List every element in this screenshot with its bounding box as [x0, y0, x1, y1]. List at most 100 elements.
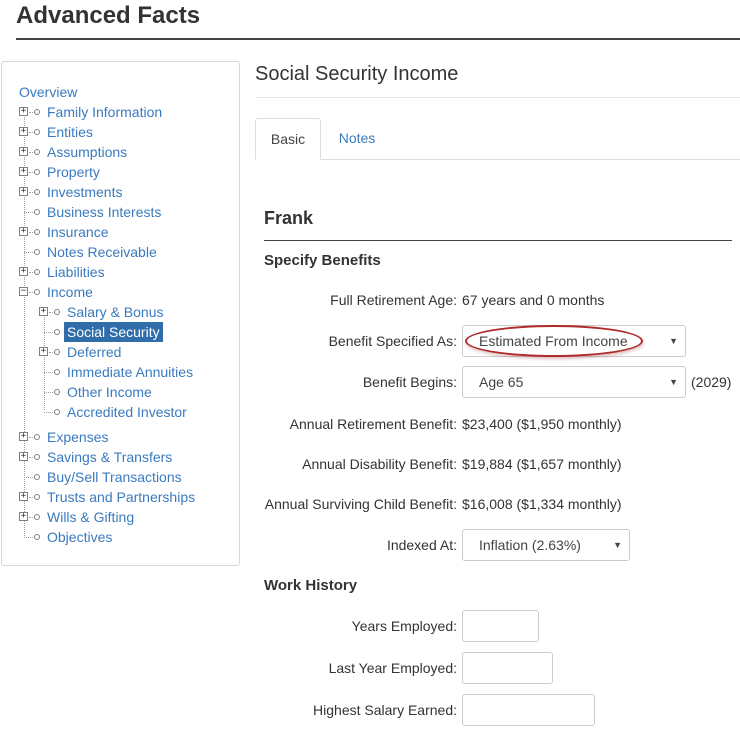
sidebar-item-label[interactable]: Wills & Gifting	[47, 507, 134, 527]
sidebar-item-label[interactable]: Savings & Transfers	[47, 447, 172, 467]
sidebar-item-savings-transfers[interactable]: + Savings & Transfers	[19, 447, 219, 467]
full-retirement-age-row: Full Retirement Age: 67 years and 0 mont…	[255, 284, 740, 316]
sidebar-item-label[interactable]: Deferred	[67, 342, 121, 362]
years-employed-input[interactable]	[462, 610, 539, 642]
sidebar-item-objectives[interactable]: Objectives	[19, 527, 219, 547]
title-divider	[255, 97, 740, 98]
expand-icon[interactable]: +	[19, 227, 28, 236]
sidebar-item-label[interactable]: Social Security	[64, 322, 163, 342]
sidebar-item-family-information[interactable]: + Family Information	[19, 102, 219, 122]
sidebar-item-accredited-investor[interactable]: Accredited Investor	[39, 402, 229, 422]
sidebar-item-label[interactable]: Notes Receivable	[47, 242, 157, 262]
years-employed-label: Years Employed:	[351, 618, 457, 634]
benefit-begins-row: Benefit Begins: Age 65 ▼ (2029)	[255, 366, 740, 398]
highest-salary-row: Highest Salary Earned:	[255, 694, 740, 726]
tab-notes[interactable]: Notes	[327, 118, 387, 160]
indexed-at-select[interactable]: Inflation (2.63%) ▼	[462, 529, 630, 561]
sidebar-item-liabilities[interactable]: + Liabilities	[19, 262, 219, 282]
sidebar-item-investments[interactable]: + Investments	[19, 182, 219, 202]
sidebar-item-wills-gifting[interactable]: + Wills & Gifting	[19, 507, 219, 527]
expand-icon[interactable]: +	[19, 167, 28, 176]
page-header: Advanced Facts	[16, 0, 740, 40]
sidebar-item-deferred[interactable]: + Deferred	[39, 342, 229, 362]
sidebar-item-label[interactable]: Liabilities	[47, 262, 105, 282]
expand-icon[interactable]: +	[19, 107, 28, 116]
chevron-down-icon: ▼	[669, 336, 678, 346]
sidebar-item-label[interactable]: Salary & Bonus	[67, 302, 164, 322]
tab-basic[interactable]: Basic	[255, 118, 321, 160]
sidebar-item-label[interactable]: Accredited Investor	[67, 402, 187, 422]
node-circle-icon	[34, 289, 40, 295]
sidebar-item-label[interactable]: Income	[47, 282, 93, 302]
node-circle-icon	[34, 534, 40, 540]
sidebar-item-immediate-annuities[interactable]: Immediate Annuities	[39, 362, 229, 382]
last-year-employed-label: Last Year Employed:	[328, 660, 457, 676]
sidebar-item-social-security[interactable]: Social Security	[39, 322, 229, 342]
node-circle-icon	[34, 269, 40, 275]
sidebar-item-label[interactable]: Family Information	[47, 102, 162, 122]
benefit-specified-as-row: Benefit Specified As: Estimated From Inc…	[255, 325, 740, 357]
person-name: Frank	[264, 208, 314, 228]
years-employed-row: Years Employed:	[255, 610, 740, 642]
benefit-begins-select[interactable]: Age 65 ▼	[462, 366, 686, 398]
sidebar-item-entities[interactable]: + Entities	[19, 122, 219, 142]
node-circle-icon	[34, 109, 40, 115]
sidebar-item-label[interactable]: Immediate Annuities	[67, 362, 193, 382]
sidebar-item-label[interactable]: Other Income	[67, 382, 152, 402]
annual-surviving-child-value: $16,008 ($1,334 monthly)	[462, 496, 622, 512]
node-circle-icon	[34, 434, 40, 440]
collapse-icon[interactable]: −	[19, 287, 28, 296]
node-circle-icon	[34, 454, 40, 460]
full-retirement-age-label: Full Retirement Age:	[330, 292, 457, 308]
highest-salary-input[interactable]	[462, 694, 595, 726]
full-retirement-age-value: 67 years and 0 months	[462, 292, 605, 308]
annual-disability-value: $19,884 ($1,657 monthly)	[462, 456, 622, 472]
sidebar-item-label[interactable]: Buy/Sell Transactions	[47, 467, 182, 487]
sidebar-item-buy-sell-transactions[interactable]: Buy/Sell Transactions	[19, 467, 219, 487]
expand-icon[interactable]: +	[19, 452, 28, 461]
sidebar-item-insurance[interactable]: + Insurance	[19, 222, 219, 242]
sidebar-item-label[interactable]: Objectives	[47, 527, 112, 547]
sidebar-nav: Overview + Family Information + Entities…	[1, 61, 240, 566]
sidebar-item-label[interactable]: Investments	[47, 182, 122, 202]
annual-disability-row: Annual Disability Benefit: $19,884 ($1,6…	[255, 448, 740, 480]
sidebar-item-assumptions[interactable]: + Assumptions	[19, 142, 219, 162]
expand-icon[interactable]: +	[39, 307, 48, 316]
sidebar-item-income[interactable]: − Income	[19, 282, 219, 302]
sidebar-item-label[interactable]: Entities	[47, 122, 93, 142]
benefit-begins-label: Benefit Begins:	[362, 374, 457, 390]
sidebar-item-overview[interactable]: Overview	[19, 82, 77, 102]
node-circle-icon	[54, 309, 60, 315]
sidebar-item-business-interests[interactable]: Business Interests	[19, 202, 219, 222]
node-circle-icon	[34, 209, 40, 215]
node-circle-icon	[34, 514, 40, 520]
sidebar-item-property[interactable]: + Property	[19, 162, 219, 182]
expand-icon[interactable]: +	[39, 347, 48, 356]
expand-icon[interactable]: +	[19, 432, 28, 441]
expand-icon[interactable]: +	[19, 512, 28, 521]
sidebar-item-label[interactable]: Insurance	[47, 222, 108, 242]
sidebar-item-expenses[interactable]: + Expenses	[19, 427, 219, 447]
sidebar-item-other-income[interactable]: Other Income	[39, 382, 229, 402]
sidebar-item-notes-receivable[interactable]: Notes Receivable	[19, 242, 219, 262]
sidebar-item-label[interactable]: Business Interests	[47, 202, 161, 222]
benefit-specified-as-label: Benefit Specified As:	[328, 333, 457, 349]
node-circle-icon	[34, 229, 40, 235]
sidebar-item-trusts-partnerships[interactable]: + Trusts and Partnerships	[19, 487, 229, 507]
benefit-begins-value: Age 65	[479, 374, 524, 390]
sidebar-item-salary-bonus[interactable]: + Salary & Bonus	[39, 302, 229, 322]
sidebar-item-label[interactable]: Trusts and Partnerships	[47, 487, 195, 507]
last-year-employed-input[interactable]	[462, 652, 553, 684]
sidebar-item-label[interactable]: Overview	[19, 84, 77, 100]
sidebar-item-label[interactable]: Assumptions	[47, 142, 127, 162]
expand-icon[interactable]: +	[19, 492, 28, 501]
sidebar-item-label[interactable]: Property	[47, 162, 100, 182]
expand-icon[interactable]: +	[19, 127, 28, 136]
expand-icon[interactable]: +	[19, 147, 28, 156]
expand-icon[interactable]: +	[19, 187, 28, 196]
benefit-specified-as-select[interactable]: Estimated From Income ▼	[462, 325, 686, 357]
expand-icon[interactable]: +	[19, 267, 28, 276]
annual-retirement-row: Annual Retirement Benefit: $23,400 ($1,9…	[255, 408, 740, 440]
chevron-down-icon: ▼	[613, 540, 622, 550]
sidebar-item-label[interactable]: Expenses	[47, 427, 108, 447]
